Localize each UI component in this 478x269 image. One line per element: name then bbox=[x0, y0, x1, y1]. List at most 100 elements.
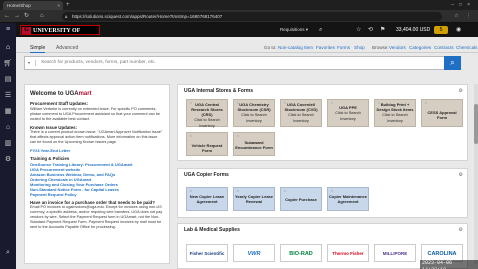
window-controls[interactable]: –□× bbox=[451, 0, 475, 10]
browse-label: Browse: bbox=[372, 45, 389, 50]
contracts-icon[interactable]: ☰ bbox=[3, 91, 13, 101]
app-header: G UNIVERSITY OF GEORGIA Requisitions ▾ ⌕… bbox=[16, 23, 478, 44]
tab-title: Home/Shop bbox=[7, 3, 31, 8]
search-placeholder: Search for products, vendors, forms, par… bbox=[41, 60, 156, 65]
form-tile-copier-purchase[interactable]: Copier Purchase bbox=[280, 187, 322, 211]
uga-g-mark: G bbox=[22, 27, 31, 34]
documents-icon[interactable]: ▤ bbox=[3, 75, 13, 85]
gear-icon[interactable]: ⚙ bbox=[459, 172, 463, 179]
known-issue-body: There is a current product known issue: … bbox=[30, 130, 163, 144]
reload-icon[interactable]: ↻ bbox=[24, 12, 29, 21]
form-tile-new-copier-lease[interactable]: New Copier Lease Agreement bbox=[186, 187, 228, 211]
tile-subtitle: Click to Search Inventory bbox=[241, 113, 267, 123]
user-icon[interactable]: ◉ bbox=[456, 25, 461, 35]
store-tile-crs[interactable]: UGA Central Research Stores (CRS) Click … bbox=[186, 99, 228, 128]
tile-title: Subaward Encumbrance Form bbox=[235, 140, 273, 150]
contracts-link[interactable]: Contracts bbox=[434, 44, 454, 52]
shop-tabs: Simple Advanced Go to: Non-catalog Item … bbox=[16, 43, 478, 53]
tile-title: Copier Purchase bbox=[285, 197, 317, 202]
forms-link[interactable]: Forms bbox=[337, 44, 350, 52]
tile-title: Yearly Copier Lease Renewal bbox=[234, 194, 274, 204]
history-icon[interactable]: ⟲ bbox=[368, 25, 373, 35]
form-tile-cess-approval[interactable]: CESS Approval Form bbox=[421, 99, 463, 127]
form-tile-vehicle-request[interactable]: Vehicle Request Form bbox=[186, 132, 228, 156]
vendor-logo-fisher[interactable]: Fisher Scientific bbox=[186, 244, 228, 262]
internal-stores-panel: UGA Internal Stores & Forms ⚙ UGA Centra… bbox=[177, 84, 468, 161]
main-content: Simple Advanced Go to: Non-catalog Item … bbox=[16, 37, 478, 269]
extension-icons[interactable]: ☆ ⋮ bbox=[454, 12, 474, 21]
tab-advanced[interactable]: Advanced bbox=[56, 44, 78, 52]
lock-icon: 🔒︎ bbox=[65, 14, 68, 19]
non-catalog-link[interactable]: Non-catalog Item bbox=[278, 44, 313, 52]
cart-icon[interactable]: 🛒︎ bbox=[3, 59, 13, 69]
store-tile-csr[interactable]: UGA Chemistry Stockroom (CSR) Click to S… bbox=[233, 99, 275, 127]
tile-subtitle: Click to Search Inventory bbox=[382, 113, 408, 123]
suppliers-icon[interactable]: ⌂ bbox=[3, 123, 13, 133]
gear-icon[interactable]: ⚙ bbox=[459, 88, 463, 95]
form-tile-subaward-encumbrance[interactable]: Subaward Encumbrance Form bbox=[233, 132, 275, 156]
app-sidebar: ≡ ⌂ 🛒︎ ▤ ☰ ▦ ⌂ ▥ ⚙ ⌕ bbox=[0, 23, 16, 269]
fy23-letter-link[interactable]: FY23 Year-End Letter bbox=[30, 148, 164, 153]
panel-title: UGA Internal Stores & Forms bbox=[184, 88, 253, 94]
cart-total[interactable]: 33,404.00 USD bbox=[396, 25, 430, 35]
home-icon[interactable]: ⌂ bbox=[3, 43, 13, 53]
tile-subtitle: Click to Search Inventory bbox=[288, 113, 314, 123]
welcome-title: Welcome to UGAmart bbox=[30, 91, 92, 97]
search-scope-dropdown[interactable]: ▾ bbox=[28, 60, 36, 66]
url-field[interactable]: 🔒︎ https://solutions.sciquest.com/apps/R… bbox=[62, 12, 442, 21]
shop-link[interactable]: Shop bbox=[354, 44, 365, 52]
uga-logo[interactable]: G UNIVERSITY OF GEORGIA bbox=[20, 25, 100, 44]
copier-forms-panel: UGA Copier Forms ⚙ New Copier Lease Agre… bbox=[177, 168, 468, 218]
tile-title: Copier Maintenance Agreement bbox=[328, 194, 367, 204]
vendor-logo-thermofisher[interactable]: Thermo Fisher Life bbox=[327, 244, 369, 262]
panel-title: UGA Copier Forms bbox=[184, 172, 229, 178]
scrollbar-thumb[interactable] bbox=[474, 104, 478, 144]
procurement-body: William Verbeke is currently on extended… bbox=[30, 106, 160, 121]
store-tile-bulldog-print[interactable]: Bulldog Print + Design Stock Items Click… bbox=[374, 99, 416, 127]
new-tab-icon[interactable]: + bbox=[66, 1, 70, 9]
welcome-panel: Welcome to UGAmart Procurement Staff Upd… bbox=[24, 84, 170, 264]
vendor-logo-biorad[interactable]: BIO-RAD bbox=[280, 244, 322, 262]
gear-icon[interactable]: ⚙ bbox=[459, 227, 463, 234]
chemicals-link[interactable]: Chemicals bbox=[456, 44, 477, 52]
search-button[interactable]: ⌕ bbox=[444, 56, 461, 70]
cart-count: 5 bbox=[439, 27, 443, 33]
cart-button[interactable]: 5 bbox=[434, 26, 448, 34]
home-icon[interactable]: ⌂ bbox=[40, 12, 44, 21]
search-icon[interactable]: ⌕ bbox=[3, 248, 13, 258]
vendor-logo-milliporesigma[interactable]: MILLIPORE SIGMA bbox=[374, 244, 416, 262]
tile-title: CESS Approval Form bbox=[427, 110, 457, 120]
store-tile-cvd[interactable]: UGA Coverdell Stockroom (CVD) Click to S… bbox=[280, 99, 322, 127]
tile-subtitle: Click to Search Inventory bbox=[194, 118, 220, 128]
forward-arrow-icon[interactable]: → bbox=[14, 12, 20, 21]
categories-link[interactable]: Categories bbox=[409, 44, 431, 52]
store-tile-ppe[interactable]: UGA PPE Click to Search Inventory bbox=[327, 99, 369, 127]
close-tab-icon[interactable]: × bbox=[57, 1, 60, 10]
settings-icon[interactable]: ⚙ bbox=[3, 155, 13, 165]
vendors-link[interactable]: Vendors bbox=[389, 44, 406, 52]
tile-subtitle: Click to Search Inventory bbox=[335, 111, 361, 121]
tab-simple[interactable]: Simple bbox=[30, 44, 46, 53]
tile-title: Vehicle Request Form bbox=[191, 143, 223, 153]
favorites-link[interactable]: Favorites bbox=[316, 44, 335, 52]
search-icon[interactable]: ⌕ bbox=[319, 25, 322, 35]
reports-icon[interactable]: ▥ bbox=[3, 139, 13, 149]
back-arrow-icon[interactable]: ← bbox=[4, 12, 10, 21]
panel-title: Lab & Medical Supplies bbox=[184, 227, 240, 233]
url-text: https://solutions.sciquest.com/apps/Rout… bbox=[72, 14, 223, 19]
browser-tab[interactable]: Home/Shop × bbox=[3, 1, 63, 10]
catalog-icon[interactable]: ▦ bbox=[3, 107, 13, 117]
tile-title: UGA PPE bbox=[339, 105, 357, 110]
star-icon[interactable]: ☆ bbox=[356, 25, 361, 35]
form-tile-copier-lease-renewal[interactable]: Yearly Copier Lease Renewal bbox=[233, 187, 275, 211]
search-input[interactable]: ▾ Search for products, vendors, forms, p… bbox=[24, 56, 457, 70]
training-link[interactable]: Payment Request Policy bbox=[30, 192, 164, 197]
notification-icon[interactable]: ⚑ bbox=[380, 25, 385, 35]
page-scrollbar[interactable] bbox=[474, 84, 478, 264]
form-tile-copier-maintenance[interactable]: Copier Maintenance Agreement bbox=[327, 187, 369, 211]
vendor-logo-vwr[interactable]: VWR bbox=[233, 244, 275, 262]
go-to-label: Go to: bbox=[264, 45, 277, 50]
tile-title: UGA Coverdell Stockroom (CVD) bbox=[284, 102, 318, 112]
requisitions-dropdown[interactable]: Requisitions ▾ bbox=[280, 25, 308, 35]
menu-icon[interactable]: ≡ bbox=[3, 25, 13, 35]
